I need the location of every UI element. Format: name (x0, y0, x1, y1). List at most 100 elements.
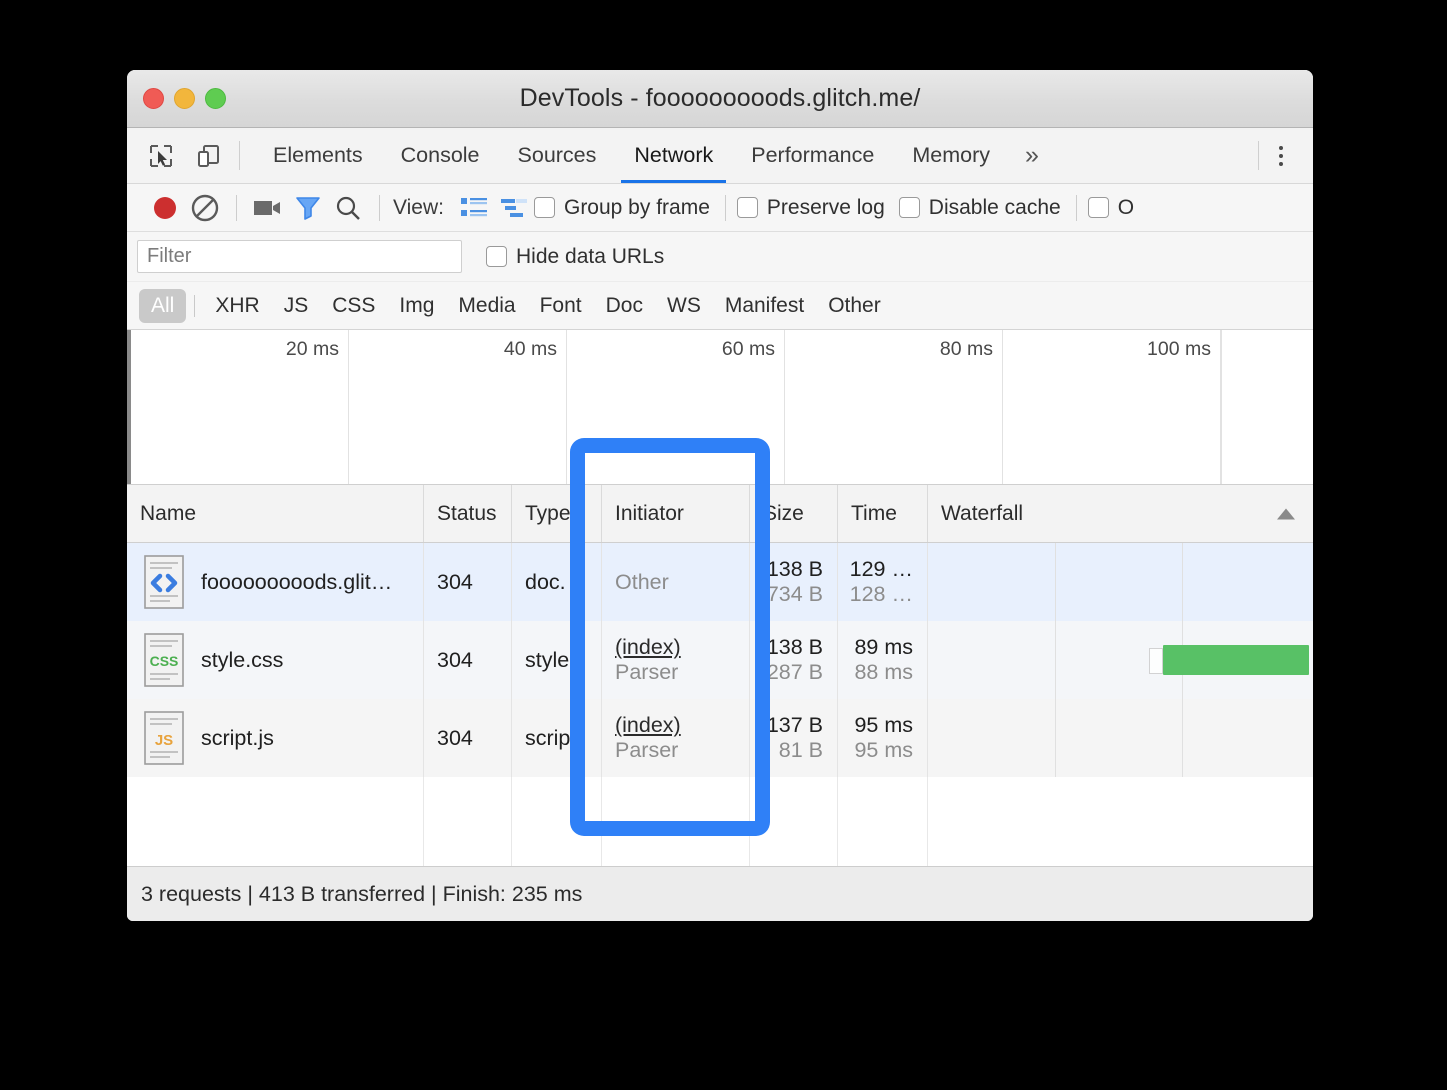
minimize-window-button[interactable] (174, 88, 195, 109)
js-file-icon: JS (140, 709, 188, 767)
overview-tick-label: 60 ms (721, 338, 775, 360)
clear-icon[interactable] (185, 188, 225, 228)
waterfall-bar (1148, 645, 1310, 675)
checkbox-label: Group by frame (563, 195, 710, 219)
type-value: scrip (525, 725, 571, 750)
svg-text:CSS: CSS (150, 653, 179, 669)
html-doc-icon (140, 553, 188, 611)
filter-input[interactable] (137, 240, 462, 273)
device-toolbar-icon[interactable] (193, 140, 225, 172)
group-by-frame-checkbox[interactable]: Group by frame (533, 195, 710, 220)
tab-elements[interactable]: Elements (254, 128, 382, 183)
checkbox-label: O (1117, 195, 1135, 219)
checkbox-box[interactable] (736, 197, 758, 218)
cell-size: 138 B 734 B (750, 543, 838, 621)
column-header-label: Waterfall (941, 501, 1024, 525)
overview-tick-label: 40 ms (503, 338, 557, 360)
tab-memory[interactable]: Memory (893, 128, 1009, 183)
overview-tick-cell: 20 ms (131, 330, 349, 484)
tab-performance[interactable]: Performance (732, 128, 893, 183)
column-header-initiator[interactable]: Initiator (602, 485, 750, 542)
type-filter-all[interactable]: All (139, 288, 187, 323)
checkbox-box[interactable] (533, 197, 555, 218)
tab-console[interactable]: Console (382, 128, 499, 183)
size-value: 137 B (766, 713, 823, 737)
more-tabs-icon[interactable]: » (1009, 128, 1055, 183)
size-uncompressed: 81 B (778, 738, 823, 762)
status-summary: 3 requests | 413 B transferred | Finish:… (141, 881, 583, 906)
type-filter-media[interactable]: Media (446, 289, 527, 323)
checkbox-box[interactable] (898, 197, 920, 218)
window-controls[interactable] (143, 88, 226, 109)
checkbox-box[interactable] (1087, 197, 1109, 218)
type-filter-xhr[interactable]: XHR (203, 289, 271, 323)
hide-data-urls-checkbox[interactable]: Hide data URLs (486, 245, 664, 269)
search-icon[interactable] (328, 188, 368, 228)
overview-tick-label: 100 ms (1147, 338, 1211, 360)
overview-tick-cell: 40 ms (349, 330, 567, 484)
table-row[interactable]: CSS style.css 304 style (index) Parser 1… (127, 621, 1313, 699)
filter-icon[interactable] (288, 188, 328, 228)
tabstrip-divider-right (1258, 141, 1259, 170)
list-view-icon[interactable] (454, 188, 494, 228)
cell-time: 95 ms 95 ms (838, 699, 928, 777)
overview-ruler: 20 ms 40 ms 60 ms 80 ms 100 ms (131, 330, 1313, 484)
column-header-status[interactable]: Status (424, 485, 512, 542)
cell-type: style (512, 621, 602, 699)
cell-initiator[interactable]: (index) Parser (602, 699, 750, 777)
table-row[interactable]: JS script.js 304 scrip (index) Parser 13… (127, 699, 1313, 777)
toolbar-divider-4 (1075, 194, 1077, 221)
record-icon[interactable] (145, 188, 185, 228)
cell-name[interactable]: CSS style.css (127, 621, 424, 699)
table-header-row: Name Status Type Initiator Size Time Wat… (127, 485, 1313, 543)
type-filter-css[interactable]: CSS (320, 289, 387, 323)
svg-text:JS: JS (155, 732, 173, 749)
tab-network[interactable]: Network (615, 128, 732, 183)
maximize-window-button[interactable] (205, 88, 226, 109)
checkbox-box[interactable] (486, 246, 507, 267)
type-filter-js[interactable]: JS (272, 289, 321, 323)
cell-initiator[interactable]: Other (602, 543, 750, 621)
initiator-link[interactable]: (index) (615, 713, 749, 738)
size-value: 138 B (766, 635, 823, 659)
type-filter-ws[interactable]: WS (655, 289, 713, 323)
capture-screenshots-icon[interactable] (248, 188, 288, 228)
toolbar-divider-2 (379, 194, 380, 221)
checkbox-label: Hide data URLs (516, 244, 665, 268)
column-header-time[interactable]: Time (838, 485, 928, 542)
tab-label: Console (400, 143, 480, 167)
cell-name[interactable]: JS script.js (127, 699, 424, 777)
status-value: 304 (437, 725, 473, 750)
table-row[interactable]: fooooooooods.glit… 304 doc. Other 138 B … (127, 543, 1313, 621)
type-filter-doc[interactable]: Doc (594, 289, 655, 323)
initiator-link[interactable]: (index) (615, 635, 749, 660)
cell-size: 137 B 81 B (750, 699, 838, 777)
view-label: View: (393, 195, 444, 219)
type-filter-other[interactable]: Other (816, 289, 893, 323)
tab-list: Elements Console Sources Network Perform… (246, 128, 1055, 183)
cell-name[interactable]: fooooooooods.glit… (127, 543, 424, 621)
column-header-waterfall[interactable]: Waterfall (928, 485, 1313, 542)
offline-throttle-checkbox[interactable]: O (1087, 195, 1135, 220)
inspect-element-icon[interactable] (145, 140, 177, 172)
cell-type: doc. (512, 543, 602, 621)
time-value: 129 … (849, 557, 913, 581)
waterfall-gridlines (928, 543, 1313, 621)
type-filter-img[interactable]: Img (387, 289, 446, 323)
cell-initiator[interactable]: (index) Parser (602, 621, 750, 699)
type-filter-font[interactable]: Font (528, 289, 594, 323)
kebab-menu-icon[interactable] (1265, 145, 1297, 166)
close-window-button[interactable] (143, 88, 164, 109)
preserve-log-checkbox[interactable]: Preserve log (736, 196, 885, 220)
column-header-name[interactable]: Name (127, 485, 424, 542)
devtools-tabstrip: Elements Console Sources Network Perform… (127, 128, 1313, 184)
network-overview-timeline[interactable]: 20 ms 40 ms 60 ms 80 ms 100 ms (127, 330, 1313, 485)
type-filter-manifest[interactable]: Manifest (713, 289, 816, 323)
waterfall-view-icon[interactable] (494, 188, 534, 228)
cell-time: 89 ms 88 ms (838, 621, 928, 699)
disable-cache-checkbox[interactable]: Disable cache (898, 196, 1061, 220)
screenshot-root: DevTools - fooooooooods.glitch.me/ Eleme… (0, 0, 1447, 1090)
column-header-size[interactable]: Size (750, 485, 838, 542)
column-header-type[interactable]: Type (512, 485, 602, 542)
tab-sources[interactable]: Sources (499, 128, 616, 183)
